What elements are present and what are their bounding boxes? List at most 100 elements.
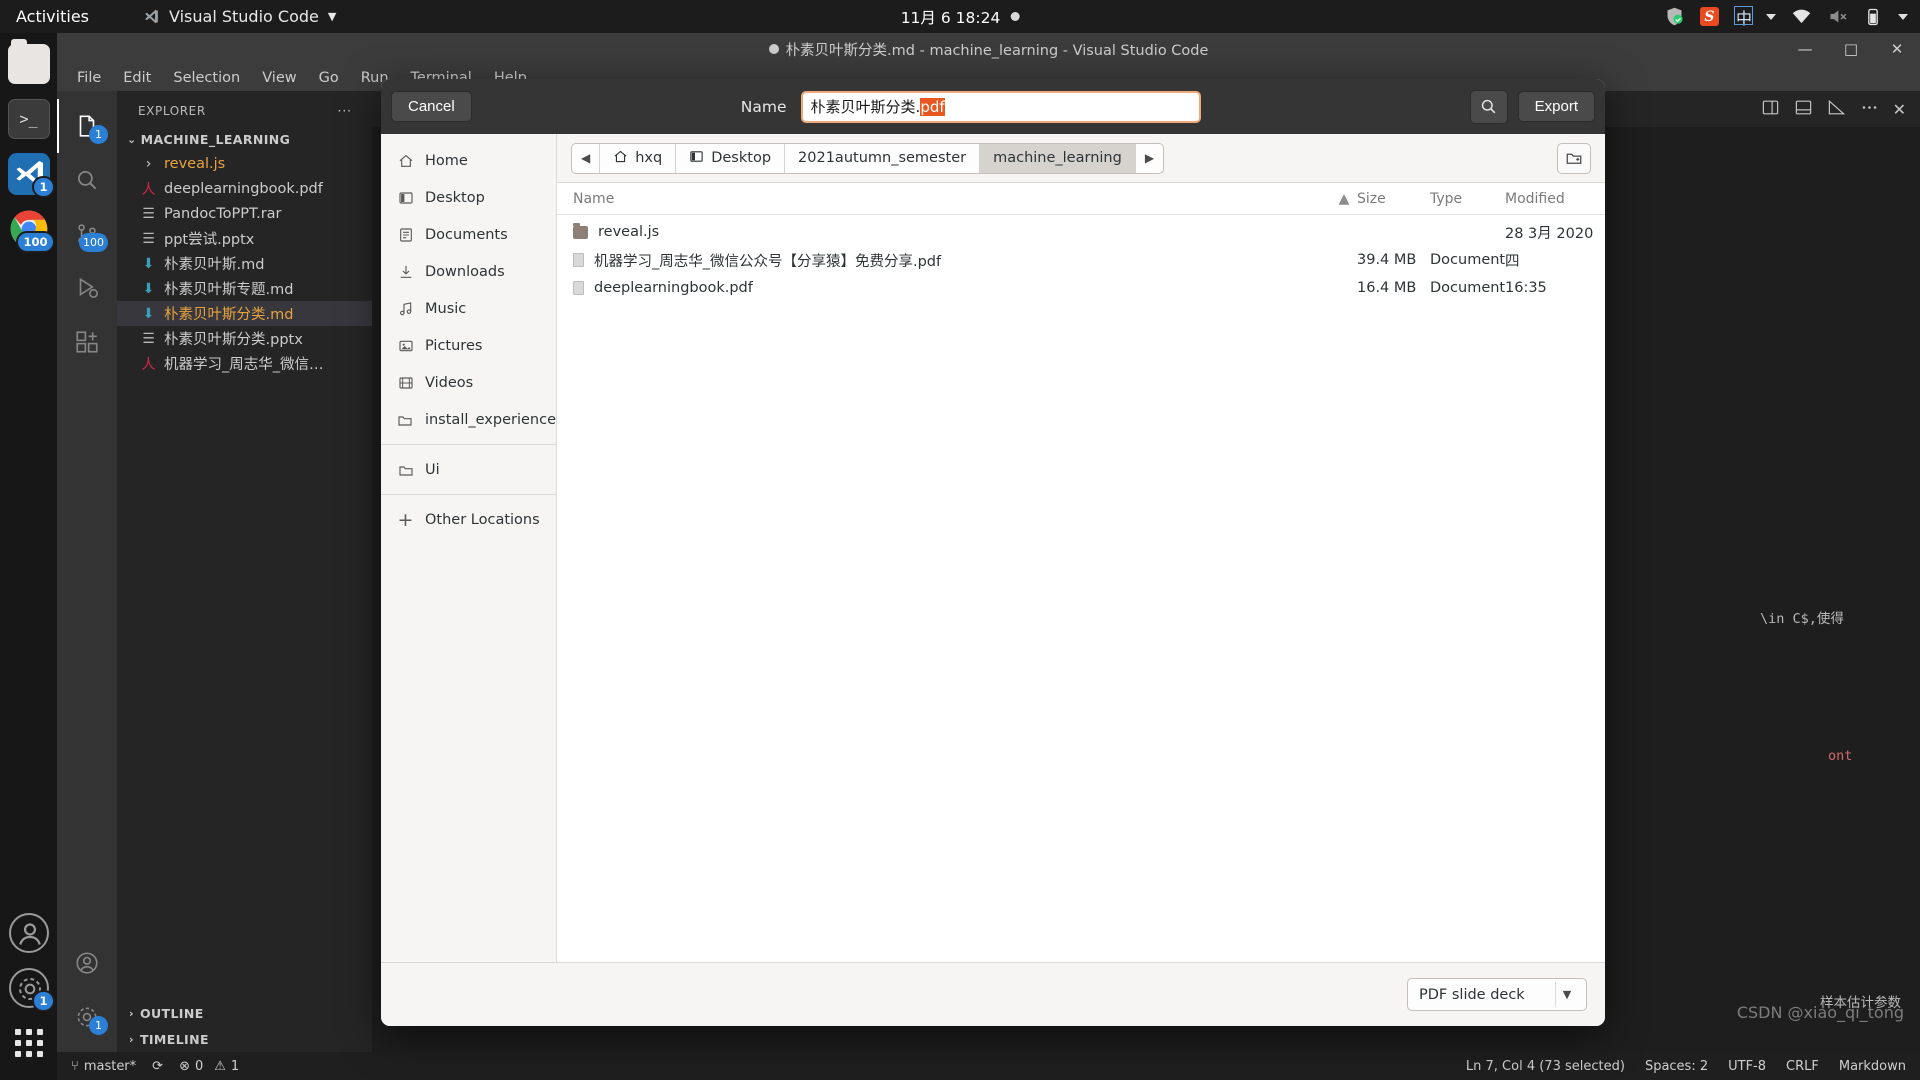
- section-timeline[interactable]: › TIMELINE: [117, 1026, 372, 1052]
- explorer-item-zhouzhihua-pdf[interactable]: 人 机器学习_周志华_微信…: [117, 351, 372, 376]
- shield-check-icon[interactable]: [1664, 6, 1685, 27]
- explorer-root-folder[interactable]: ⌄ MACHINE_LEARNING: [117, 128, 372, 151]
- breadcrumb-back-button[interactable]: ◀: [572, 143, 601, 173]
- filename-input[interactable]: 朴素贝叶斯分类. pdf: [800, 90, 1201, 123]
- status-branch[interactable]: ⑂ master*: [71, 1059, 136, 1074]
- breadcrumb-2021autumn-semester[interactable]: 2021autumn_semester: [785, 143, 981, 173]
- menu-file[interactable]: File: [69, 68, 109, 88]
- menu-selection[interactable]: Selection: [165, 68, 248, 88]
- status-sync-button[interactable]: ⟳: [152, 1059, 163, 1074]
- explorer-item-ppt-changshi[interactable]: ☰ ppt尝试.pptx: [117, 226, 372, 251]
- breadcrumb-hxq[interactable]: hxq: [600, 143, 677, 173]
- explorer-item-label: 朴素贝叶斯专题.md: [164, 282, 294, 298]
- battery-icon[interactable]: [1863, 7, 1883, 27]
- place-home[interactable]: Home: [381, 142, 556, 179]
- place-install-experience[interactable]: install_experience: [381, 401, 556, 438]
- breadcrumb-machine-learning[interactable]: machine_learning: [980, 143, 1136, 173]
- place-videos[interactable]: Videos: [381, 364, 556, 401]
- explorer-item-deeplearningbook[interactable]: 人 deeplearningbook.pdf: [117, 176, 372, 201]
- activity-explorer[interactable]: 1: [57, 99, 117, 153]
- place-pictures[interactable]: Pictures: [381, 327, 556, 364]
- breadcrumb-forward-button[interactable]: ▶: [1136, 144, 1163, 173]
- cancel-button[interactable]: Cancel: [391, 91, 472, 122]
- minimize-button[interactable]: —: [1782, 33, 1828, 65]
- explorer-item-revealjs[interactable]: › reveal.js: [117, 151, 372, 176]
- column-header-modified[interactable]: Modified: [1505, 191, 1605, 207]
- status-bar-right: Ln 7, Col 4 (73 selected) Spaces: 2 UTF-…: [1466, 1059, 1906, 1074]
- show-applications-button[interactable]: [6, 1020, 52, 1066]
- split-editor-right-icon[interactable]: [1761, 98, 1780, 121]
- chevron-right-icon: ›: [129, 1032, 134, 1046]
- ime-indicator[interactable]: 中: [1733, 5, 1776, 29]
- explorer-item-naivebayes-topic-md[interactable]: ⬇ 朴素贝叶斯专题.md: [117, 276, 372, 301]
- activities-button[interactable]: Activities: [0, 7, 103, 26]
- home-icon: [613, 149, 628, 168]
- place-ui[interactable]: Ui: [381, 451, 556, 488]
- dock-item-user[interactable]: [6, 910, 52, 956]
- create-folder-button[interactable]: [1557, 142, 1591, 174]
- activity-source-control[interactable]: 100: [57, 207, 117, 261]
- activity-extensions[interactable]: [57, 315, 117, 369]
- system-tray: S 中: [1664, 5, 1908, 29]
- file-row-deeplearningbook-pdf[interactable]: deeplearningbook.pdf 16.4 MB Document 16…: [557, 274, 1605, 302]
- sort-asc-icon[interactable]: ▲: [1331, 191, 1357, 207]
- clock-button[interactable]: 11月 6 18:24: [901, 6, 1020, 28]
- activity-settings[interactable]: 1: [57, 990, 117, 1044]
- app-menu-button[interactable]: Visual Studio Code ▼: [143, 7, 336, 26]
- activity-search[interactable]: [57, 153, 117, 207]
- menu-go[interactable]: Go: [311, 68, 347, 88]
- sogou-input-icon[interactable]: S: [1699, 7, 1719, 26]
- place-downloads[interactable]: Downloads: [381, 253, 556, 290]
- breadcrumb-desktop[interactable]: Desktop: [676, 143, 786, 173]
- status-eol[interactable]: CRLF: [1786, 1059, 1819, 1074]
- dock-item-chrome[interactable]: 100: [6, 206, 55, 253]
- system-menu-chevron-icon[interactable]: [1898, 13, 1908, 20]
- more-actions-icon[interactable]: [1860, 98, 1879, 121]
- place-other-locations[interactable]: + Other Locations: [381, 501, 556, 538]
- explorer-more-actions-button[interactable]: ···: [338, 104, 352, 118]
- column-header-size[interactable]: Size: [1357, 191, 1430, 207]
- chevron-down-icon: [1766, 13, 1776, 20]
- file-row-revealjs[interactable]: reveal.js 28 3月 2020: [557, 218, 1605, 246]
- status-encoding[interactable]: UTF-8: [1728, 1059, 1766, 1074]
- dock-item-settings[interactable]: 1: [6, 965, 55, 1012]
- volume-muted-icon[interactable]: [1827, 6, 1848, 27]
- status-language-mode[interactable]: Markdown: [1839, 1059, 1906, 1074]
- section-outline[interactable]: › OUTLINE: [117, 1000, 372, 1026]
- dock-item-files[interactable]: [6, 39, 52, 87]
- file-row-zhouzhihua-pdf[interactable]: 机器学习_周志华_微信公众号【分享猿】免费分享.pdf 39.4 MB Docu…: [557, 246, 1605, 274]
- activity-accounts[interactable]: [57, 936, 117, 990]
- format-select[interactable]: PDF slide deck ▼: [1407, 978, 1587, 1011]
- dock-item-vscode[interactable]: 1: [6, 151, 55, 198]
- status-cursor-position[interactable]: Ln 7, Col 4 (73 selected): [1466, 1059, 1625, 1074]
- explorer-item-naivebayes-classify-pptx[interactable]: ☰ 朴素贝叶斯分类.pptx: [117, 326, 372, 351]
- wifi-icon[interactable]: [1791, 6, 1812, 27]
- explorer-item-label: PandocToPPT.rar: [164, 205, 282, 222]
- place-documents[interactable]: Documents: [381, 216, 556, 253]
- status-indentation[interactable]: Spaces: 2: [1645, 1059, 1708, 1074]
- breadcrumb-label: Desktop: [711, 150, 772, 166]
- close-editor-icon[interactable]: ✕: [1893, 100, 1906, 119]
- column-header-type[interactable]: Type: [1430, 191, 1505, 207]
- search-button[interactable]: [1469, 89, 1508, 124]
- maximize-button[interactable]: □: [1828, 33, 1874, 65]
- menu-edit[interactable]: Edit: [115, 68, 159, 88]
- column-header-name[interactable]: Name: [557, 191, 1331, 207]
- explorer-item-naivebayes-md[interactable]: ⬇ 朴素贝叶斯.md: [117, 251, 372, 276]
- activity-run-debug[interactable]: [57, 261, 117, 315]
- filename-area: Name 朴素贝叶斯分类. pdf: [482, 90, 1460, 123]
- menu-view[interactable]: View: [254, 68, 304, 88]
- status-problems[interactable]: ⊗ 0 ⚠ 1: [179, 1059, 239, 1074]
- place-music[interactable]: Music: [381, 290, 556, 327]
- dock-item-terminal[interactable]: >_: [6, 96, 52, 142]
- preview-icon[interactable]: [1827, 98, 1846, 121]
- desktop-icon: [397, 190, 414, 206]
- explorer-root-label: MACHINE_LEARNING: [140, 132, 291, 147]
- explorer-item-naivebayes-classify-md[interactable]: ⬇ 朴素贝叶斯分类.md: [117, 301, 372, 326]
- close-button[interactable]: ✕: [1874, 33, 1920, 65]
- explorer-item-pandoctoppt[interactable]: ☰ PandocToPPT.rar: [117, 201, 372, 226]
- warning-icon: ⚠: [214, 1058, 226, 1074]
- place-desktop[interactable]: Desktop: [381, 179, 556, 216]
- export-button[interactable]: Export: [1517, 91, 1595, 122]
- open-panel-icon[interactable]: [1794, 98, 1813, 121]
